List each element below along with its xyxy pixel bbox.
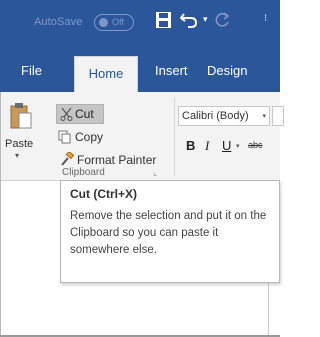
bold-button[interactable]: B bbox=[186, 138, 195, 153]
undo-icon[interactable] bbox=[180, 12, 198, 28]
scissors-icon bbox=[60, 107, 73, 121]
redo-icon[interactable] bbox=[214, 12, 230, 28]
cut-label: Cut bbox=[75, 107, 94, 121]
font-name-combo[interactable]: Calibri (Body) ▾ bbox=[178, 106, 270, 126]
tab-design[interactable]: Design bbox=[207, 50, 247, 92]
group-divider bbox=[174, 98, 175, 176]
more-icon[interactable]: ⁝ bbox=[264, 13, 267, 24]
copy-button[interactable]: Copy bbox=[58, 128, 128, 148]
autosave-toggle[interactable]: Off bbox=[94, 14, 134, 31]
title-bar: AutoSave Off ▾ ⁝ bbox=[0, 0, 280, 50]
tooltip-description: Remove the selection and put it on the C… bbox=[70, 210, 267, 256]
paintbrush-icon bbox=[61, 152, 74, 166]
chevron-down-icon[interactable]: ▾ bbox=[262, 112, 266, 120]
tooltip-title: Cut (Ctrl+X) bbox=[70, 187, 137, 201]
clipboard-paste-icon bbox=[10, 103, 32, 129]
ribbon-home: Paste ▾ Cut Copy Format Painter Clipboar… bbox=[0, 92, 284, 181]
tab-home[interactable]: Home bbox=[74, 56, 138, 92]
underline-dropdown-icon[interactable]: ▾ bbox=[236, 142, 240, 150]
format-painter-label: Format Painter bbox=[77, 153, 157, 167]
dialog-launcher-icon[interactable]: ⌞ bbox=[153, 167, 157, 178]
copy-label: Copy bbox=[75, 130, 104, 144]
autosave-state: Off bbox=[112, 17, 124, 27]
strikethrough-button[interactable]: abc bbox=[248, 140, 263, 150]
paste-dropdown-icon[interactable]: ▾ bbox=[15, 151, 19, 160]
paste-button[interactable]: Paste ▾ bbox=[2, 98, 46, 164]
undo-dropdown[interactable]: ▾ bbox=[203, 14, 208, 25]
underline-button[interactable]: U bbox=[222, 138, 231, 153]
autosave-label: AutoSave bbox=[34, 16, 83, 28]
cut-tooltip: Cut (Ctrl+X) Remove the selection and pu… bbox=[60, 180, 280, 283]
toggle-knob bbox=[99, 18, 108, 27]
font-name-value: Calibri (Body) bbox=[182, 110, 249, 122]
tab-insert[interactable]: Insert bbox=[155, 50, 188, 92]
cut-button[interactable]: Cut bbox=[56, 104, 104, 124]
ribbon-tabs: File Home Insert Design bbox=[0, 50, 280, 92]
clipboard-group-label: Clipboard bbox=[62, 167, 105, 178]
copy-icon bbox=[58, 130, 71, 144]
italic-button[interactable]: I bbox=[205, 138, 209, 154]
paste-label: Paste bbox=[5, 138, 34, 150]
frame-left-edge bbox=[0, 92, 1, 337]
font-size-combo[interactable] bbox=[272, 106, 284, 126]
save-icon[interactable] bbox=[156, 12, 171, 28]
tab-file[interactable]: File bbox=[21, 50, 42, 92]
